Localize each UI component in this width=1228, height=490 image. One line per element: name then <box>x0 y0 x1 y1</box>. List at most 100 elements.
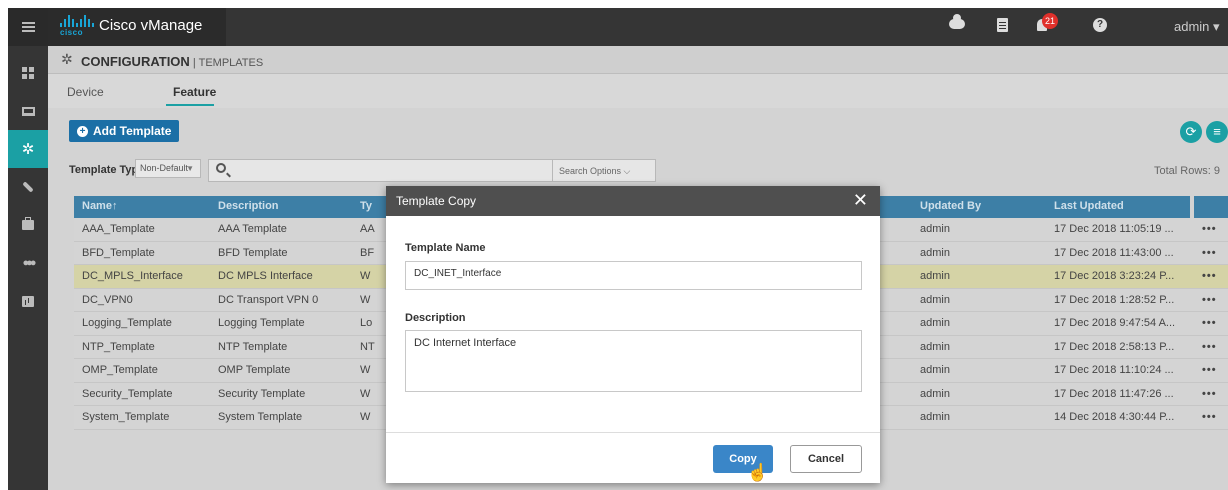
template-name-label: Template Name <box>405 242 486 254</box>
cell-description: Logging Template <box>218 317 305 329</box>
search-options-dropdown[interactable]: Search Options ⌵ <box>553 159 656 182</box>
page-header: ✲ CONFIGURATION | TEMPLATES <box>48 46 1228 74</box>
nav-dashboard[interactable] <box>8 54 48 92</box>
brand: cisco Cisco vManage <box>48 8 226 46</box>
active-tab-indicator <box>166 104 214 106</box>
clipboard-icon[interactable] <box>997 18 1008 32</box>
row-more-icon[interactable]: ••• <box>1202 247 1217 259</box>
cell-description: BFD Template <box>218 246 288 259</box>
cell-type: NT <box>360 340 375 353</box>
close-icon[interactable]: ✕ <box>853 190 868 210</box>
cell-type: W <box>360 411 371 423</box>
row-more-icon[interactable]: ••• <box>1202 411 1217 423</box>
gear-icon: ✲ <box>21 140 35 158</box>
cell-updated-by: admin <box>920 387 950 400</box>
cell-updated-by: admin <box>920 317 950 329</box>
tab-device[interactable]: Device <box>67 85 104 99</box>
cell-name[interactable]: DC_MPLS_Interface <box>82 270 183 282</box>
page-title: CONFIGURATION | TEMPLATES <box>81 54 264 69</box>
wrench-icon <box>22 181 34 193</box>
dialog-title: Template Copy <box>396 194 477 208</box>
cell-type: Lo <box>360 317 373 329</box>
template-type-select[interactable]: Non-Default ▼ <box>135 159 201 178</box>
description-label: Description <box>405 312 466 324</box>
hand-pointer-icon: ☝ <box>747 463 769 482</box>
nav-tools[interactable] <box>8 168 48 206</box>
gear-icon: ✲ <box>61 51 73 67</box>
cell-name[interactable]: AAA_Template <box>82 223 155 235</box>
top-bar: cisco Cisco vManage 21 ? admin ▾ <box>8 8 1228 46</box>
plus-icon: + <box>77 125 88 137</box>
row-more-icon[interactable]: ••• <box>1202 388 1217 400</box>
monitor-icon <box>21 106 35 116</box>
row-more-icon[interactable]: ••• <box>1202 294 1217 306</box>
left-nav: ✲ ●●● <box>8 46 48 490</box>
cell-last-updated: 17 Dec 2018 11:10:24 ... <box>1054 364 1174 376</box>
cell-name[interactable]: Logging_Template <box>82 317 172 329</box>
column-type[interactable]: Ty <box>360 200 372 212</box>
nav-monitor[interactable] <box>8 92 48 130</box>
cell-description: AAA Template <box>218 223 287 235</box>
list-icon[interactable]: ≡ <box>1206 121 1228 143</box>
column-updated-by[interactable]: Updated By <box>920 200 981 212</box>
cell-name[interactable]: Security_Template <box>82 388 173 400</box>
cancel-button[interactable]: Cancel <box>790 445 862 473</box>
search-icon <box>216 163 226 173</box>
cell-last-updated: 17 Dec 2018 3:23:24 P... <box>1054 270 1175 282</box>
cloud-icon[interactable] <box>949 14 965 29</box>
refresh-icon[interactable]: ⟳ <box>1180 121 1202 143</box>
cell-name[interactable]: NTP_Template <box>82 341 155 353</box>
cell-description: NTP Template <box>218 340 288 353</box>
help-icon[interactable]: ? <box>1093 18 1107 32</box>
template-type-label: Template Type <box>69 164 145 176</box>
cell-updated-by: admin <box>920 223 950 235</box>
cell-name[interactable]: DC_VPN0 <box>82 294 133 306</box>
menu-icon[interactable] <box>8 8 48 46</box>
cell-description: DC Transport VPN 0 <box>218 293 319 306</box>
nav-administration[interactable]: ●●● <box>8 244 48 282</box>
cell-description: OMP Template <box>218 364 291 376</box>
tab-feature[interactable]: Feature <box>173 85 216 99</box>
cisco-logo: cisco <box>60 15 94 39</box>
row-more-icon[interactable]: ••• <box>1202 364 1217 376</box>
analytics-icon <box>22 295 34 307</box>
cell-updated-by: admin <box>920 293 950 306</box>
dialog-header: Template Copy ✕ <box>386 186 880 216</box>
cell-name[interactable]: BFD_Template <box>82 247 155 259</box>
cell-type: W <box>360 364 371 376</box>
dashboard-icon <box>22 67 34 79</box>
cell-type: W <box>360 293 371 306</box>
cell-last-updated: 17 Dec 2018 9:47:54 A... <box>1054 317 1176 329</box>
cell-name[interactable]: OMP_Template <box>82 364 158 376</box>
cell-updated-by: admin <box>920 340 950 353</box>
cell-updated-by: admin <box>920 364 950 376</box>
tab-bar: Device Feature <box>48 74 1228 108</box>
nav-configuration[interactable]: ✲ <box>8 130 48 168</box>
column-description[interactable]: Description <box>218 200 279 212</box>
cell-description: DC MPLS Interface <box>218 270 313 282</box>
notification-badge[interactable]: 21 <box>1042 13 1059 29</box>
dialog-footer: Copy Cancel ☝ <box>386 432 880 483</box>
user-menu[interactable]: admin ▾ <box>1174 19 1220 35</box>
row-more-icon[interactable]: ••• <box>1202 223 1217 235</box>
users-icon: ●●● <box>22 257 37 269</box>
nav-analytics[interactable] <box>8 282 48 320</box>
row-more-icon[interactable]: ••• <box>1202 341 1217 353</box>
row-more-icon[interactable]: ••• <box>1202 270 1217 282</box>
cell-updated-by: admin <box>920 246 950 259</box>
cell-last-updated: 17 Dec 2018 11:47:26 ... <box>1054 387 1174 400</box>
cell-type: BF <box>360 246 375 259</box>
cell-name[interactable]: System_Template <box>82 411 169 423</box>
vmanage-app: cisco Cisco vManage 21 ? admin ▾ ✲ ●●● ✲… <box>8 8 1228 490</box>
total-rows: Total Rows: 9 <box>1153 165 1220 177</box>
search-input[interactable] <box>208 159 553 182</box>
description-field[interactable]: DC Internet Interface <box>405 330 862 392</box>
cell-last-updated: 17 Dec 2018 11:43:00 ... <box>1054 246 1174 259</box>
row-more-icon[interactable]: ••• <box>1202 317 1217 329</box>
column-name[interactable]: Name↑ <box>82 200 117 212</box>
nav-maintenance[interactable] <box>8 206 48 244</box>
cell-type: W <box>360 270 371 282</box>
column-last-updated[interactable]: Last Updated <box>1054 200 1124 212</box>
template-name-field[interactable]: DC_INET_Interface <box>405 261 862 290</box>
add-template-button[interactable]: + Add Template <box>69 120 180 142</box>
